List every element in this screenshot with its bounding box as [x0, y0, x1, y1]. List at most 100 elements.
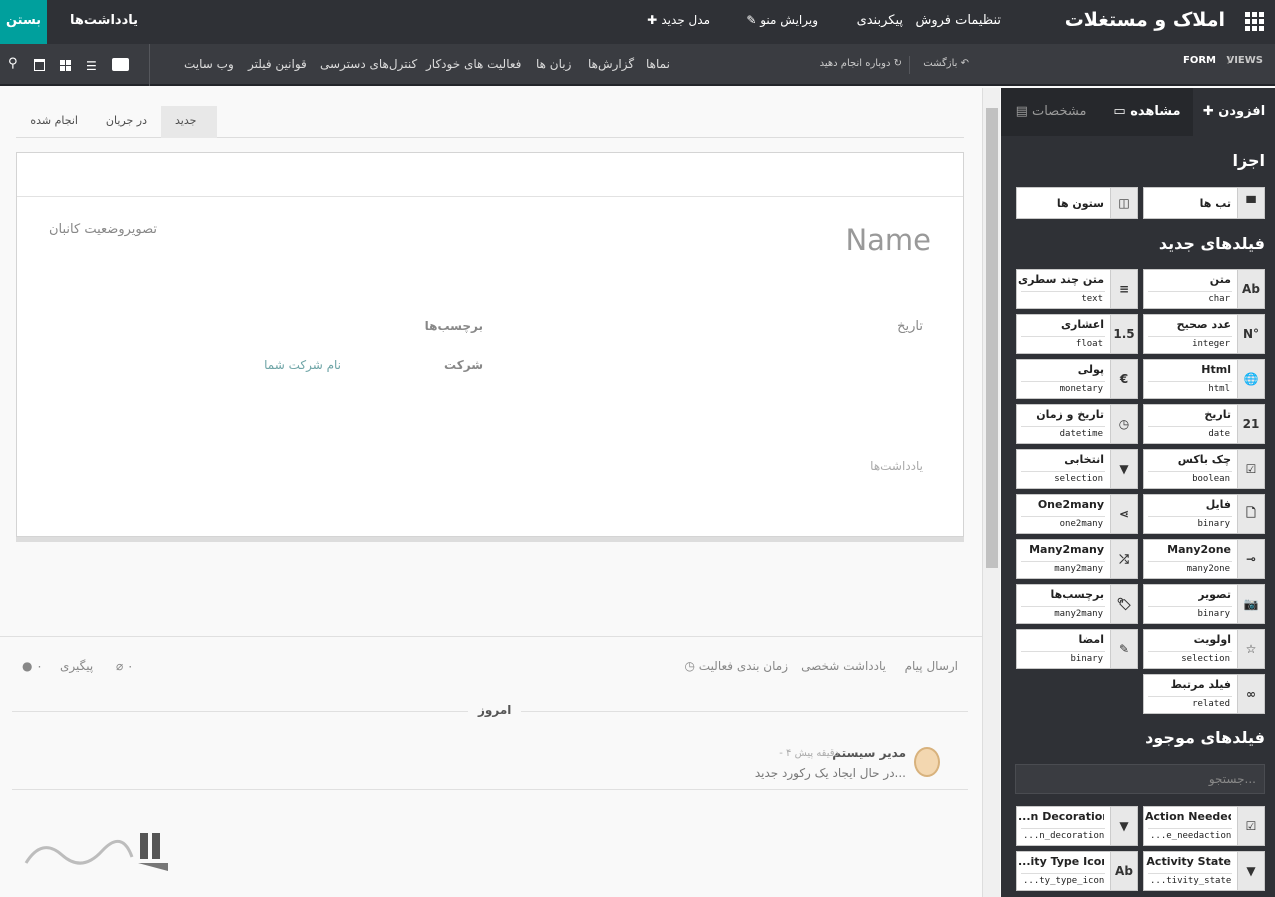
field-type: selection — [1148, 651, 1232, 665]
list-view-icon[interactable]: ☰ — [86, 59, 97, 73]
company-label[interactable]: شرکت — [444, 358, 483, 372]
close-button[interactable]: بستن — [0, 0, 47, 44]
field-label: Activity State — [1146, 855, 1231, 868]
existing-field-...n_decoration[interactable]: ▼ ...n Decoration ...n_decoration — [1016, 806, 1138, 846]
search-view-icon[interactable]: ⚲ — [8, 56, 18, 71]
tags-label[interactable]: برچسب‌ها — [425, 319, 483, 333]
field-search-input[interactable]: جستجو... — [1015, 764, 1265, 794]
divider — [12, 789, 968, 790]
field-type: ...e_needaction — [1148, 828, 1232, 842]
tab-automated-actions[interactable]: فعالیت های خودکار — [426, 57, 521, 71]
name-field[interactable]: Name — [845, 223, 931, 257]
menu-sales-settings[interactable]: تنظیمات فروش — [915, 13, 1001, 28]
tab-add[interactable]: ✚ افزودن — [1193, 88, 1275, 136]
follow-button[interactable]: پیگیری — [60, 659, 93, 673]
new-field-binary[interactable]: ✎ امضا binary — [1016, 629, 1138, 669]
message-author: مدیر سیستم — [832, 746, 906, 760]
field-type: ...tivity_state — [1148, 873, 1232, 887]
new-field-datetime[interactable]: ◷ تاریخ و زمان datetime — [1016, 404, 1138, 444]
new-field-one2many[interactable]: ⋖ One2many one2many — [1016, 494, 1138, 534]
breadcrumb-views[interactable]: VIEWS — [1226, 55, 1263, 66]
date-field-icon: 21 — [1237, 405, 1264, 443]
selection-field-icon: ▼ — [1110, 450, 1137, 488]
new-field-boolean[interactable]: ☑ چک باکس boolean — [1143, 449, 1265, 489]
...ty_type_icon-field-icon: Ab — [1110, 852, 1137, 890]
new-field-text[interactable]: ≡ متن چند سطری text — [1016, 269, 1138, 309]
monitor-icon: ▭ — [1113, 104, 1131, 119]
existing-field-...e_needaction[interactable]: ☑ Action Needed ...e_needaction — [1143, 806, 1265, 846]
sheet-header[interactable] — [17, 153, 963, 197]
new-field-integer[interactable]: N° عدد صحیح integer — [1143, 314, 1265, 354]
stage-in-progress[interactable]: در جریان — [92, 106, 161, 138]
field-label: برچسب‌ها — [1050, 588, 1105, 601]
existing-field-...ty_type_icon[interactable]: Ab ...ity Type Icon ...ty_type_icon — [1016, 851, 1138, 891]
apps-menu-icon[interactable] — [1245, 12, 1264, 31]
app-title[interactable]: املاک و مستغلات — [1065, 9, 1225, 31]
new-field-selection[interactable]: ☆ اولویت selection — [1143, 629, 1265, 669]
many2many-field-icon: ⤮ — [1110, 540, 1137, 578]
form-view-icon[interactable] — [112, 58, 129, 71]
scrollbar-thumb[interactable] — [986, 108, 998, 568]
new-field-many2many[interactable]: ⤮ Many2many many2many — [1016, 539, 1138, 579]
breadcrumb-separator: / — [1227, 55, 1231, 66]
properties-icon: ▤ — [1015, 104, 1032, 119]
kanban-view-icon[interactable] — [60, 60, 71, 71]
field-label: فیلد مرتبط — [1170, 678, 1231, 691]
tab-access-controls[interactable]: کنترل‌های دسترسی — [320, 57, 417, 71]
related-field-icon: ∞ — [1237, 675, 1264, 713]
existing-field-...tivity_state[interactable]: ▼ Activity State ...tivity_state — [1143, 851, 1265, 891]
send-message-button[interactable]: ارسال پیام — [905, 659, 958, 673]
boolean-field-icon: ☑ — [1237, 450, 1264, 488]
kanban-state-field[interactable]: تصویروضعیت کانبان — [49, 222, 157, 237]
binary-field-icon: ✎ — [1110, 630, 1137, 668]
tab-properties[interactable]: ▤ مشخصات — [1001, 88, 1101, 136]
scrollbar[interactable] — [982, 88, 1000, 897]
calendar-view-icon[interactable] — [34, 59, 45, 71]
field-label: عدد صحیح — [1176, 318, 1231, 331]
schedule-activity-button[interactable]: ◷ زمان بندی فعالیت — [684, 659, 788, 673]
char-field-icon: Ab — [1237, 270, 1264, 308]
field-label: اعشاری — [1060, 318, 1104, 331]
float-field-icon: 1.5 — [1110, 315, 1137, 353]
new-field-char[interactable]: Ab متن char — [1143, 269, 1265, 309]
new-field-many2many[interactable]: 🏷 برچسب‌ها many2many — [1016, 584, 1138, 624]
field-label: فایل — [1205, 498, 1231, 511]
divider — [149, 44, 150, 86]
edit-menu-link[interactable]: ✎ ویرایش منو — [746, 13, 818, 27]
date-label[interactable]: تاریخ — [897, 319, 923, 334]
undo-button[interactable]: بازگشت ↶ — [923, 58, 969, 69]
component-tabs[interactable]: ▀ تب ها — [1143, 187, 1265, 219]
breadcrumb-form: FORM — [1183, 55, 1216, 66]
new-model-link[interactable]: ✚ مدل جدید — [647, 13, 710, 27]
stage-new[interactable]: جدید — [161, 106, 217, 138]
attachments-button[interactable]: ⌀ ۰ — [116, 659, 134, 673]
new-field-html[interactable]: 🌐 Html html — [1143, 359, 1265, 399]
field-label: متن — [1209, 273, 1231, 286]
field-type: boolean — [1148, 471, 1232, 485]
new-field-related[interactable]: ∞ فیلد مرتبط related — [1143, 674, 1265, 714]
redo-button[interactable]: دوباره انجام دهید ↻ — [820, 58, 902, 69]
tab-filter-rules[interactable]: قوانین فیلتر — [248, 57, 307, 71]
followers-button[interactable]: ● ۰ — [22, 659, 43, 673]
notes-link[interactable]: یادداشت‌ها — [70, 13, 138, 28]
new-field-monetary[interactable]: € پولی monetary — [1016, 359, 1138, 399]
tab-reports[interactable]: گزارش‌ها — [588, 57, 634, 71]
log-note-button[interactable]: یادداشت شخصی — [801, 659, 886, 673]
field-label: پولی — [1077, 363, 1104, 376]
new-field-selection[interactable]: ▼ انتخابی selection — [1016, 449, 1138, 489]
stage-done[interactable]: انجام شده — [16, 106, 92, 138]
component-columns[interactable]: ◫ ستون ها — [1016, 187, 1138, 219]
paperclip-icon: ⌀ — [116, 659, 128, 673]
new-field-many2one[interactable]: ⊸ Many2one many2one — [1143, 539, 1265, 579]
new-field-date[interactable]: 21 تاریخ date — [1143, 404, 1265, 444]
new-field-binary[interactable]: 📷 تصویر binary — [1143, 584, 1265, 624]
tab-languages[interactable]: زبان ها — [536, 57, 571, 71]
notes-field[interactable]: یادداشت‌ها — [870, 459, 923, 473]
tab-website[interactable]: وب سایت — [184, 57, 234, 71]
new-field-float[interactable]: 1.5 اعشاری float — [1016, 314, 1138, 354]
menu-configuration[interactable]: پیکربندی — [857, 13, 903, 28]
tab-views[interactable]: نماها — [646, 57, 670, 71]
tab-view[interactable]: ▭ مشاهده — [1101, 88, 1193, 136]
company-value[interactable]: نام شرکت شما — [264, 358, 341, 372]
new-field-binary[interactable]: 🗋 فایل binary — [1143, 494, 1265, 534]
